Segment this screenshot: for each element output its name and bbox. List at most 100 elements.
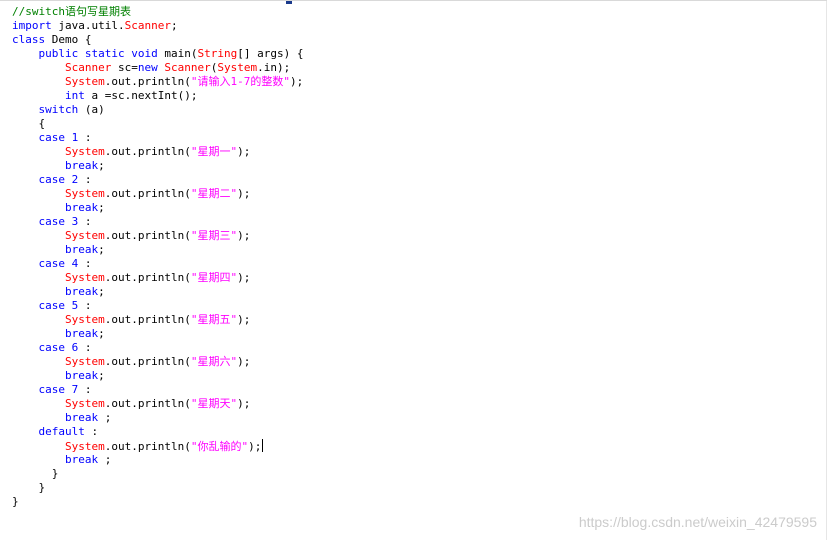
code-token-class: Scanner <box>124 19 171 32</box>
code-line[interactable]: case 1 : <box>12 131 303 145</box>
code-token-plain: .out.println( <box>104 355 191 368</box>
code-token-plain: ; <box>98 201 105 214</box>
code-token-keyword: break <box>64 285 99 298</box>
code-line[interactable]: System.out.println("星期五"); <box>12 313 303 327</box>
code-token-keyword: new <box>137 61 158 74</box>
code-token-class: System <box>64 271 105 284</box>
code-token-plain: a =sc.nextInt(); <box>84 89 198 102</box>
code-line[interactable]: System.out.println("星期四"); <box>12 271 303 285</box>
code-line[interactable]: import java.util.Scanner; <box>12 19 303 33</box>
code-line[interactable]: public static void main(String[] args) { <box>12 47 304 61</box>
code-token-keyword: public static void <box>38 47 158 60</box>
code-token-plain: .out.println( <box>104 187 191 200</box>
code-line[interactable]: class Demo { <box>12 33 303 47</box>
code-line[interactable]: break ; <box>12 411 303 425</box>
code-line[interactable]: break; <box>12 285 303 299</box>
code-editor[interactable]: //switch语句写星期表 import java.util.Scanner; c… <box>0 0 827 540</box>
code-token-plain: : <box>78 173 92 186</box>
code-token-plain: ); <box>237 355 251 368</box>
code-token-string: "请输入1-7的整数" <box>190 75 290 88</box>
code-token-keyword: case <box>38 341 66 354</box>
code-token-plain: : <box>84 425 99 438</box>
code-area[interactable]: //switch语句写星期表 import java.util.Scanner; c… <box>12 5 303 509</box>
code-line[interactable]: } <box>12 481 303 495</box>
code-line[interactable]: //switch语句写星期表 <box>12 5 303 19</box>
code-line[interactable]: { <box>12 117 303 131</box>
code-line[interactable]: } <box>12 495 303 509</box>
code-line[interactable]: System.out.println("你乱输的"); <box>12 439 303 453</box>
code-line[interactable]: System.out.println("星期六"); <box>12 355 303 369</box>
code-token-class: System <box>64 397 105 410</box>
code-line[interactable]: case 5 : <box>12 299 303 313</box>
code-line[interactable]: case 3 : <box>12 215 303 229</box>
code-line[interactable]: case 7 : <box>12 383 303 397</box>
code-token-plain: sc= <box>111 61 138 74</box>
code-token-class: System <box>64 75 105 88</box>
code-line[interactable]: break; <box>12 369 303 383</box>
code-token-keyword: class <box>12 33 46 46</box>
code-token-string: "星期三" <box>190 229 238 242</box>
code-line[interactable]: case 6 : <box>12 341 303 355</box>
code-token-string: "星期一" <box>190 145 238 158</box>
code-line[interactable]: default : <box>12 425 303 439</box>
code-token-class: System <box>64 229 105 242</box>
code-token-plain: .out.println( <box>104 313 191 326</box>
code-token-plain: (a) <box>78 103 105 116</box>
code-token-string: "你乱输的" <box>190 440 249 453</box>
code-token-keyword: break <box>64 369 99 382</box>
code-line[interactable]: switch (a) <box>12 103 303 117</box>
code-line[interactable]: case 4 : <box>12 257 303 271</box>
code-token-plain: ; <box>170 19 178 32</box>
code-token-plain: ; <box>98 369 105 382</box>
code-line[interactable]: break ; <box>12 453 303 467</box>
code-line[interactable]: System.out.println("请输入1-7的整数"); <box>12 75 303 89</box>
code-line[interactable]: break; <box>12 201 303 215</box>
code-line[interactable]: case 2 : <box>12 173 303 187</box>
code-line[interactable]: } <box>12 467 303 481</box>
code-line[interactable]: Scanner sc=new Scanner(System.in); <box>12 61 303 75</box>
code-token-keyword: import <box>12 19 52 32</box>
code-token-class: System <box>64 355 105 368</box>
code-line[interactable]: System.out.println("星期一"); <box>12 145 303 159</box>
code-line[interactable]: break; <box>12 159 303 173</box>
code-line[interactable]: System.out.println("星期天"); <box>12 397 303 411</box>
code-token-plain: } <box>12 481 46 494</box>
code-token-keyword: break <box>64 159 99 172</box>
code-token-plain: ); <box>237 229 251 242</box>
code-token-plain: : <box>78 131 92 144</box>
code-token-keyword: case <box>38 383 66 396</box>
code-line[interactable]: break; <box>12 243 303 257</box>
code-line[interactable]: break; <box>12 327 303 341</box>
code-token-string: "星期五" <box>190 313 238 326</box>
code-token-plain: : <box>78 341 92 354</box>
code-token-plain: ); <box>237 271 251 284</box>
code-token-plain: Demo { <box>45 33 92 46</box>
code-line[interactable]: int a =sc.nextInt(); <box>12 89 303 103</box>
code-line[interactable]: System.out.println("星期三"); <box>12 229 303 243</box>
code-token-keyword: break <box>64 411 99 424</box>
code-token-keyword: case <box>38 173 66 186</box>
code-line[interactable]: System.out.println("星期二"); <box>12 187 303 201</box>
code-token-plain: : <box>78 299 92 312</box>
